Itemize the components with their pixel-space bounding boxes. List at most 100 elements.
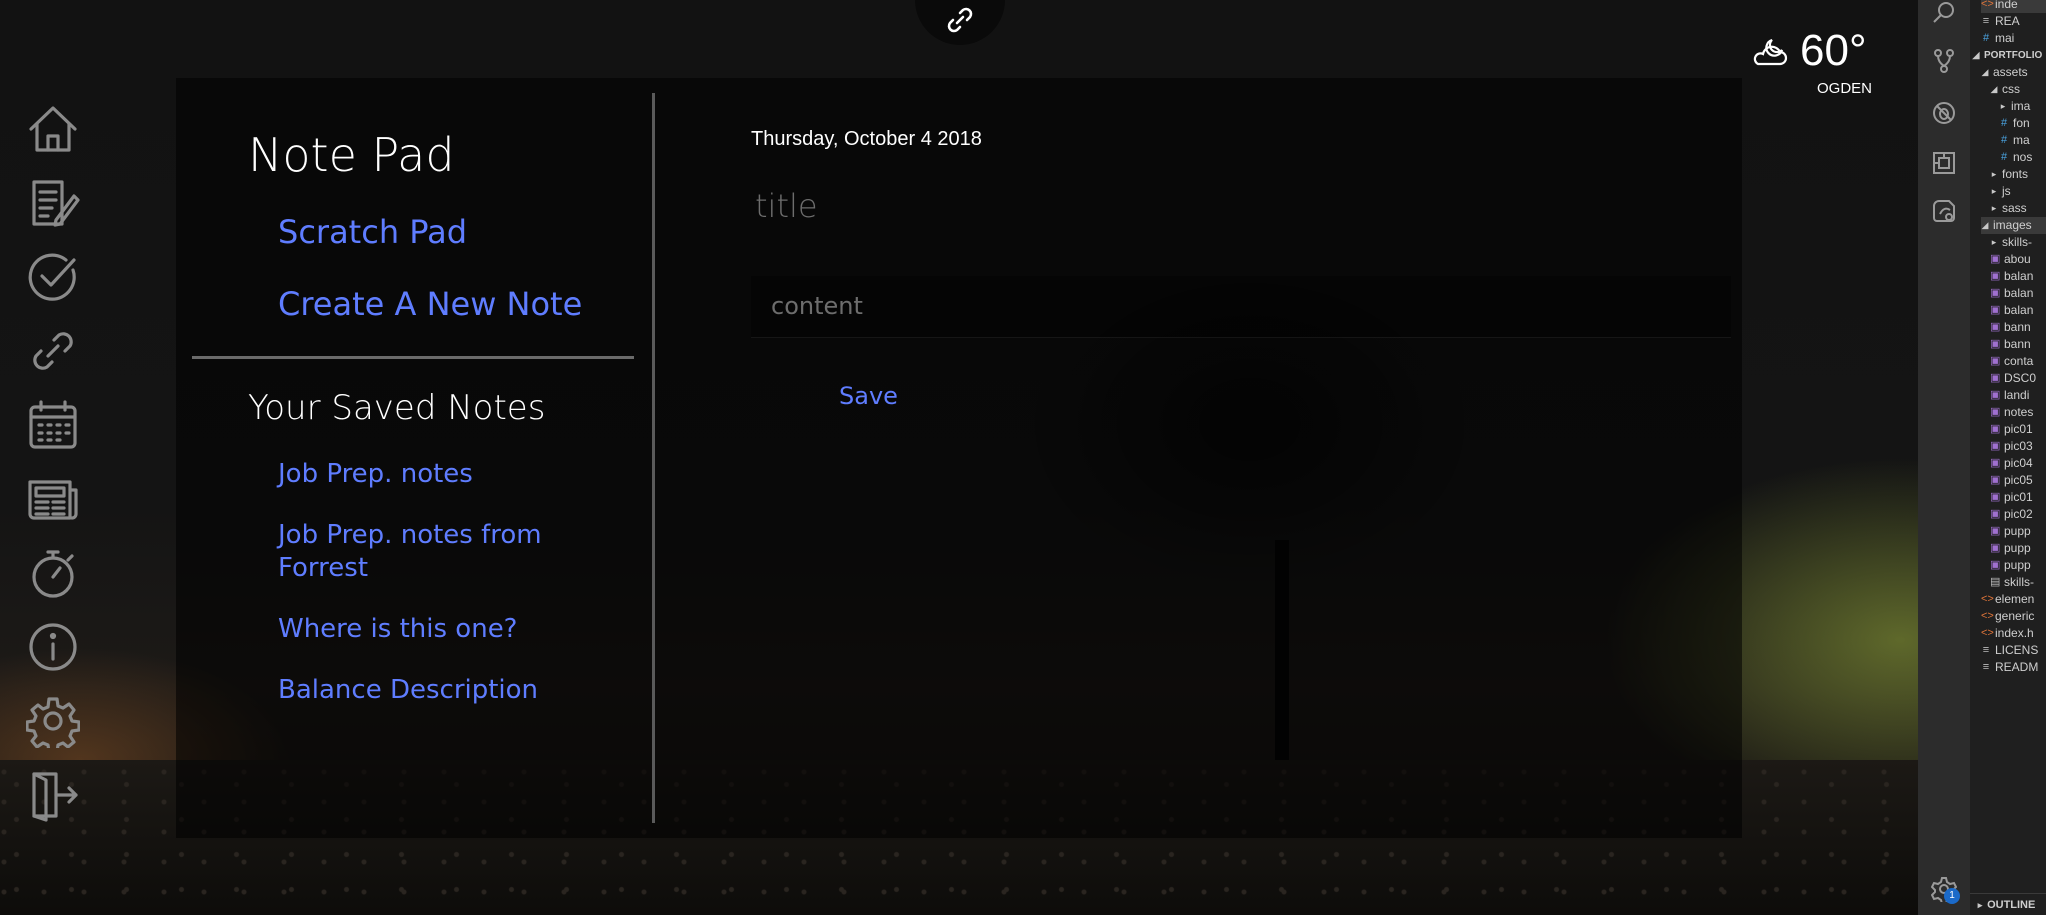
nav-info[interactable] [22,610,84,684]
tree-file[interactable]: ▣ bann [1990,336,2046,353]
nav-calendar[interactable] [22,388,84,462]
vscode-source-control[interactable] [1931,48,1957,74]
vscode-extensions[interactable] [1931,150,1957,176]
tree-file[interactable]: ≡ LICENS [1981,642,2046,659]
tree-file[interactable]: ▣ pupp [1990,540,2046,557]
tree-file[interactable]: ▣ pic01 [1990,489,2046,506]
tree-file[interactable]: <> elemen [1981,591,2046,608]
markdown-file-icon: ≡ [1982,644,1990,656]
weather-widget: 60° OGDEN [1750,26,1880,97]
tree-file[interactable]: # nos [1999,149,2046,166]
chevron-down-icon: ◢ [1981,220,1989,230]
tree-file[interactable]: <> inde [1981,0,2046,13]
stopwatch-icon [32,550,74,598]
tree-folder[interactable]: ▸ ima [1999,98,2046,115]
css-file-icon: # [1982,32,1990,44]
tree-file[interactable]: ▤ skills- [1990,574,2046,591]
note-content-input[interactable] [751,276,1731,338]
chevron-right-icon: ▸ [1991,203,1997,213]
tree-folder[interactable]: ▸ skills- [1990,234,2046,251]
nav-home[interactable] [22,92,84,166]
tree-item-label: LICENS [1995,643,2039,657]
scratch-pad-link[interactable]: Scratch Pad [278,213,467,251]
tree-file[interactable]: ▣ notes [1990,404,2046,421]
tree-file[interactable]: ▣ balan [1990,285,2046,302]
tree-folder[interactable]: ◢ css [1990,81,2046,98]
tree-file[interactable]: <> index.h [1981,625,2046,642]
tree-folder[interactable]: ▸ fonts [1990,166,2046,183]
nav-links[interactable] [22,314,84,388]
info-icon [29,623,77,671]
tree-file[interactable]: ≡ REA [1981,13,2046,30]
tree-folder[interactable]: ▸ sass [1990,200,2046,217]
css-file-icon: # [2000,117,2008,129]
tree-file[interactable]: ▣ abou [1990,251,2046,268]
tree-item-label: pupp [2004,541,2031,555]
tree-file[interactable]: ▣ pic04 [1990,455,2046,472]
tree-file[interactable]: # fon [1999,115,2046,132]
tree-folder[interactable]: ◢ assets [1981,64,2046,81]
partly-cloudy-night-icon [1753,38,1788,66]
vscode-search[interactable] [1931,0,1957,26]
image-file-icon: ▣ [1990,406,2001,418]
tree-file[interactable]: ▣ pupp [1990,557,2046,574]
saved-note-item[interactable]: Job Prep. notes from Forrest [278,519,598,585]
tree-file[interactable]: ▣ pic03 [1990,438,2046,455]
saved-note-item[interactable]: Balance Description [278,674,598,707]
remote-icon [1933,200,1955,222]
tree-file[interactable]: ▣ pic02 [1990,506,2046,523]
image-file-icon: ▣ [1990,389,2001,401]
image-file-icon: ▣ [1990,440,2001,452]
vscode-debug[interactable] [1931,100,1957,126]
saved-note-item[interactable]: Where is this one? [278,613,598,646]
html-file-icon: <> [1981,627,1994,639]
tree-file[interactable]: ▣ DSC0 [1990,370,2046,387]
saved-notes-heading: Your Saved Notes [248,388,546,428]
search-icon [1933,2,1954,23]
tree-file[interactable]: ▣ balan [1990,302,2046,319]
tree-folder[interactable]: ◢ images [1981,217,2046,234]
image-file-icon: ▣ [1990,372,2001,384]
debug-icon [1933,102,1955,124]
chevron-down-icon: ◢ [1972,50,1980,60]
tree-file[interactable]: ▣ conta [1990,353,2046,370]
panel-divider [652,93,655,823]
create-note-link[interactable]: Create A New Note [278,285,582,323]
nav-notes[interactable] [22,166,84,240]
save-button[interactable]: Save [839,382,898,410]
image-file-icon: ▣ [1990,270,2001,282]
tree-item-label: index.h [1995,626,2034,640]
tree-file[interactable]: ≡ READM [1981,659,2046,676]
nav-news[interactable] [22,462,84,536]
explorer-section-header[interactable]: ◢ PORTFOLIO [1972,47,2046,64]
image-file-icon: ▣ [1990,423,2001,435]
file-icon: ▤ [1990,576,2001,588]
tree-file[interactable]: ▣ bann [1990,319,2046,336]
vscode-remote[interactable] [1931,198,1957,224]
nav-timer[interactable] [22,536,84,610]
tree-file[interactable]: ▣ pupp [1990,523,2046,540]
tree-file[interactable]: ▣ landi [1990,387,2046,404]
css-file-icon: # [2000,134,2008,146]
tree-file[interactable]: ▣ pic05 [1990,472,2046,489]
checklist-icon [28,253,76,301]
image-file-icon: ▣ [1990,304,2001,316]
tree-item-label: skills- [2004,575,2034,589]
tree-item-label: balan [2004,286,2034,300]
nav-tasks[interactable] [22,240,84,314]
tree-folder[interactable]: ▸ js [1990,183,2046,200]
css-file-icon: # [2000,151,2008,163]
notepad-panel: Note Pad Scratch Pad Create A New Note Y… [176,78,1742,838]
note-title-input[interactable] [751,176,1511,236]
nav-logout[interactable] [22,758,84,832]
tree-file[interactable]: <> generic [1981,608,2046,625]
tree-file[interactable]: # mai [1981,30,2046,47]
saved-note-item[interactable]: Job Prep. notes [278,458,598,491]
tree-file[interactable]: # ma [1999,132,2046,149]
html-file-icon: <> [1981,593,1994,605]
outline-section-header[interactable]: ▸ OUTLINE [1970,893,2046,915]
tree-file[interactable]: ▣ pic01 [1990,421,2046,438]
tree-file[interactable]: ▣ balan [1990,268,2046,285]
nav-settings[interactable] [22,684,84,758]
tree-item-label: pic01 [2004,422,2033,436]
